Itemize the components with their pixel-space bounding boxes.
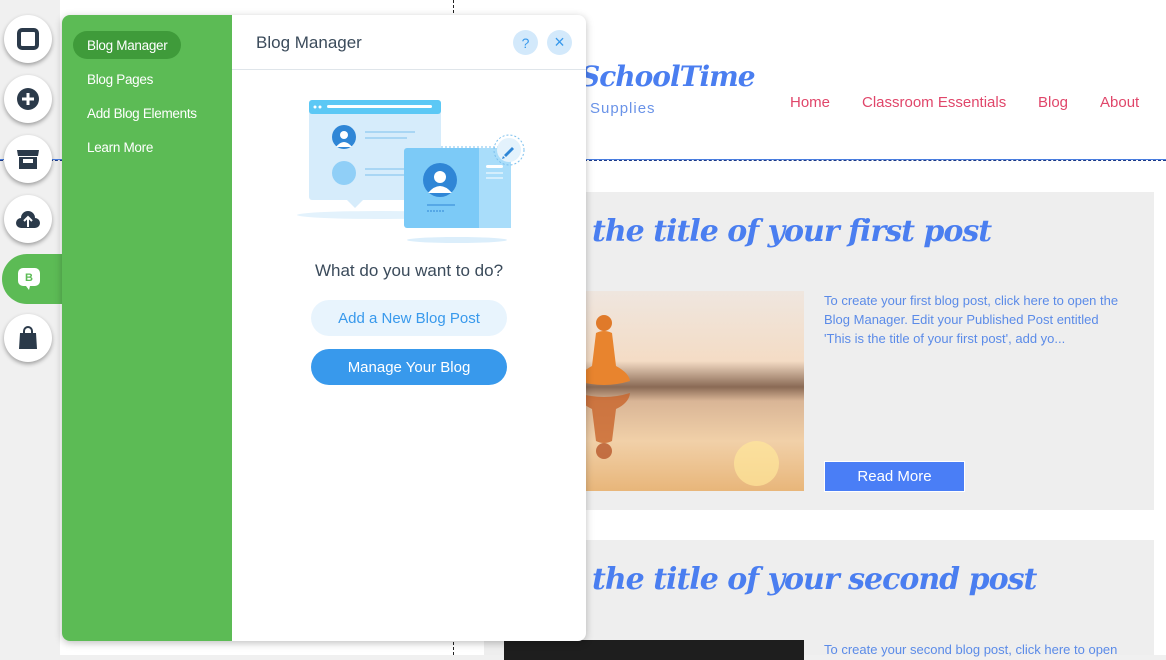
background-button[interactable] [4,15,52,63]
svg-text:B: B [25,272,33,284]
blog-icon: B [18,268,40,290]
nav-about[interactable]: About [1100,94,1139,111]
editor-toolbar: B [0,0,64,655]
panel-nav-blog-manager[interactable]: Blog Manager [73,31,182,59]
post-title[interactable]: the title of your second post [592,562,1037,597]
close-icon: × [554,32,565,52]
help-icon: ? [521,34,530,51]
blog-button[interactable]: B [2,254,64,304]
add-new-blog-post-button[interactable]: Add a New Blog Post [311,300,507,336]
sun-flare [734,441,779,486]
read-more-button[interactable]: Read More [824,461,965,492]
upload-icon [16,211,40,228]
blog-manager-panel: Blog Manager Blog Pages Add Blog Element… [62,15,586,641]
manage-your-blog-button[interactable]: Manage Your Blog [311,349,507,385]
background-icon [17,28,39,50]
panel-nav-blog-pages[interactable]: Blog Pages [73,65,167,93]
site-logo-title[interactable]: SchoolTime [580,60,756,93]
upload-button[interactable] [4,195,52,243]
close-button[interactable]: × [547,30,572,55]
add-icon [17,88,39,110]
nav-home[interactable]: Home [790,94,830,111]
panel-nav: Blog Manager Blog Pages Add Blog Element… [62,15,232,641]
nav-blog[interactable]: Blog [1038,94,1068,111]
store-icon [17,150,39,169]
post-image[interactable] [504,640,804,660]
panel-nav-add-blog-elements[interactable]: Add Blog Elements [73,99,211,127]
post-excerpt[interactable]: To create your second blog post, click h… [824,640,1124,659]
store-button[interactable] [4,135,52,183]
panel-nav-learn-more[interactable]: Learn More [73,133,167,161]
shopping-bag-icon [19,326,37,349]
panel-body: What do you want to do? Add a New Blog P… [232,70,586,641]
blog-illustration [297,100,525,243]
panel-title: Blog Manager [256,33,362,52]
add-button[interactable] [4,75,52,123]
help-button[interactable]: ? [513,30,538,55]
post-excerpt[interactable]: To create your first blog post, click he… [824,291,1124,348]
post-title[interactable]: the title of your first post [592,214,992,249]
site-logo-subtitle: Supplies [590,100,656,117]
panel-question: What do you want to do? [314,261,504,280]
shop-button[interactable] [4,314,52,362]
nav-classroom-essentials[interactable]: Classroom Essentials [862,94,1006,111]
panel-header: Blog Manager ? × [232,15,586,70]
